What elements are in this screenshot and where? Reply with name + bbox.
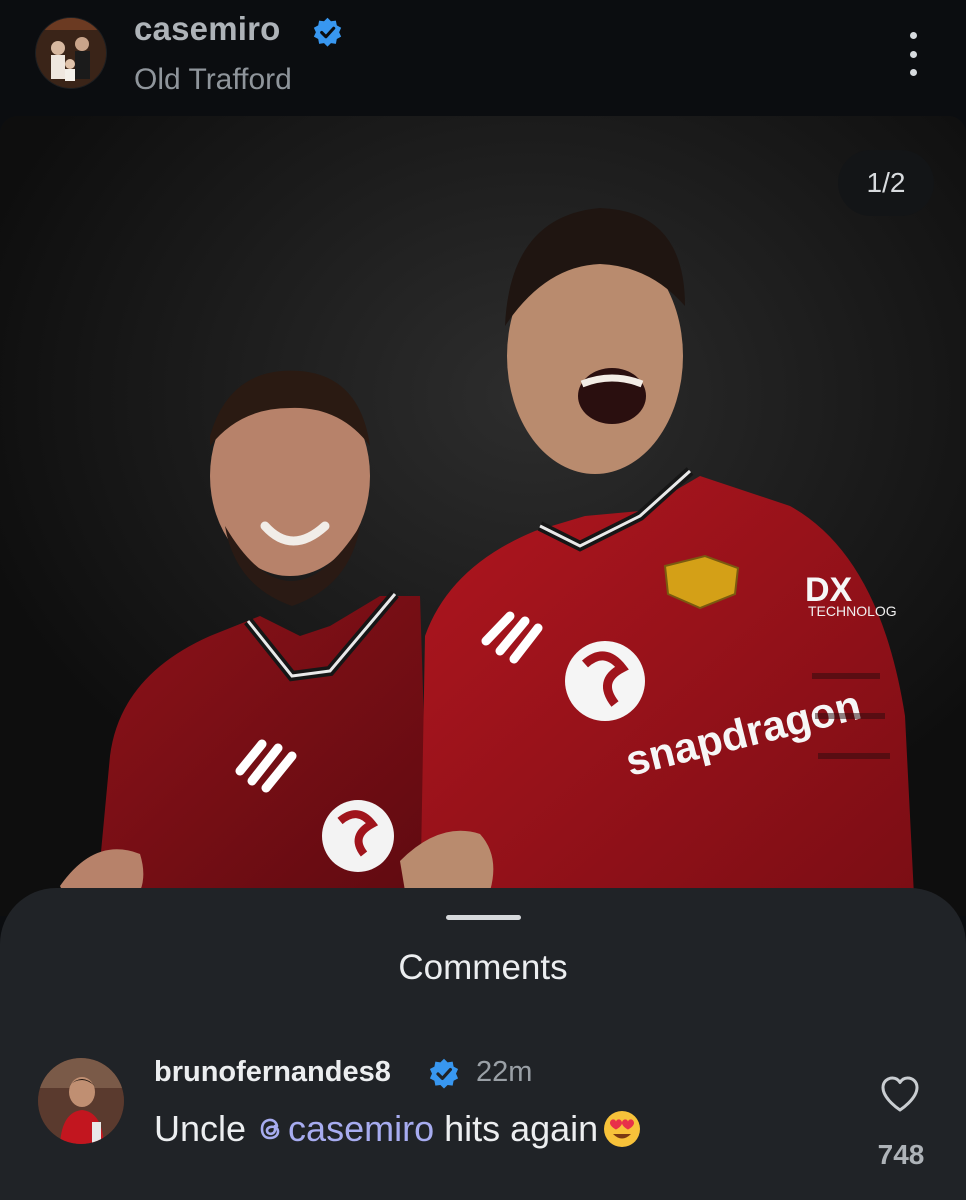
comment-text-before: Uncle <box>154 1108 257 1149</box>
more-vertical-icon <box>909 32 917 39</box>
mention-link[interactable]: casemiro <box>256 1108 434 1149</box>
comments-title: Comments <box>398 948 568 987</box>
sleeve-sponsor-text: TECHNOLOG <box>808 603 897 619</box>
comment-timestamp: 22m <box>476 1056 533 1088</box>
verified-badge-icon <box>429 1058 459 1089</box>
heart-outline-icon[interactable] <box>880 1075 920 1113</box>
more-options-button[interactable] <box>898 32 928 76</box>
commenter-username[interactable]: brunofernandes8 <box>154 1056 391 1089</box>
post-viewer: casemiro Old Trafford snapdragon DX TECH… <box>0 0 966 1200</box>
post-location[interactable]: Old Trafford <box>134 63 292 97</box>
carousel-counter: 1/2 <box>838 150 934 216</box>
commenter-avatar[interactable] <box>38 1058 124 1144</box>
mention-username: casemiro <box>288 1108 435 1149</box>
post-header: casemiro Old Trafford <box>0 0 966 115</box>
comment-text: Uncle casemiro hits again <box>154 1108 642 1150</box>
threads-icon <box>260 1118 280 1140</box>
post-image[interactable]: snapdragon DX TECHNOLOG <box>0 116 966 916</box>
sheet-drag-handle[interactable] <box>446 915 521 920</box>
comments-sheet: Comments brunofernandes8 22m Uncle casem… <box>0 888 966 1200</box>
heart-eyes-emoji-icon <box>604 1111 641 1147</box>
like-count: 748 <box>877 1139 925 1170</box>
comment-text-after: hits again <box>434 1108 599 1149</box>
post-photo-illustration: snapdragon DX TECHNOLOG <box>0 116 966 916</box>
author-avatar[interactable] <box>36 18 106 88</box>
verified-badge-icon <box>313 17 342 47</box>
author-username[interactable]: casemiro <box>134 10 281 48</box>
